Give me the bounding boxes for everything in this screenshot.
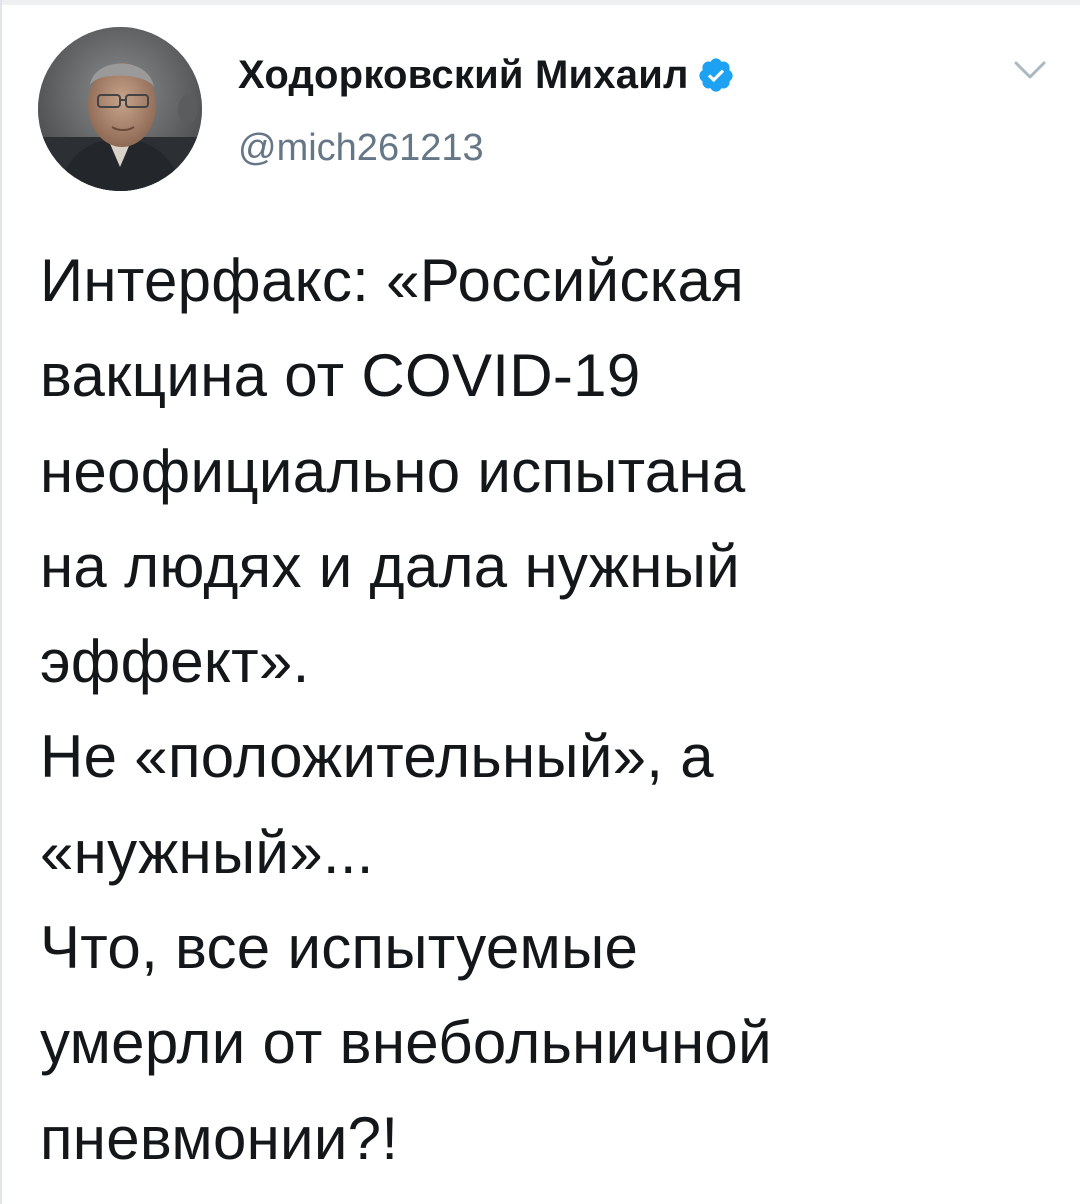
tweet-header: Ходорковский Михаил @mich261213 <box>38 27 1048 193</box>
tweet-text-line: неофициально испытана <box>40 437 746 505</box>
author-name-row[interactable]: Ходорковский Михаил <box>238 49 735 101</box>
tweet-card: Ходорковский Михаил @mich261213 Интерфак… <box>0 0 1080 1204</box>
tweet-text-line: пневмонии?! <box>40 1104 399 1172</box>
tweet-text-line: Не «положительный», а <box>40 723 714 791</box>
top-divider <box>2 0 1080 5</box>
tweet-text: Интерфакс: «Российская вакцина от COVID-… <box>40 233 1050 1186</box>
tweet-text-line: эффект». <box>40 628 310 696</box>
avatar-portrait <box>38 27 202 191</box>
author-handle[interactable]: @mich261213 <box>238 127 484 170</box>
chevron-down-icon[interactable] <box>1012 57 1048 83</box>
author-display-name[interactable]: Ходорковский Михаил <box>238 53 689 98</box>
tweet-text-line: умерли от внебольничной <box>40 1009 772 1077</box>
tweet-text-line: на людях и дала нужный <box>40 532 740 600</box>
avatar[interactable] <box>38 27 202 191</box>
tweet-text-line: Интерфакс: «Российская <box>40 247 744 314</box>
verified-badge-icon <box>697 56 735 94</box>
tweet-text-line: Что, все испытуемые <box>40 914 639 982</box>
tweet-text-line: «нужный»... <box>40 818 374 886</box>
tweet-text-line: вакцина от COVID-19 <box>40 342 641 410</box>
